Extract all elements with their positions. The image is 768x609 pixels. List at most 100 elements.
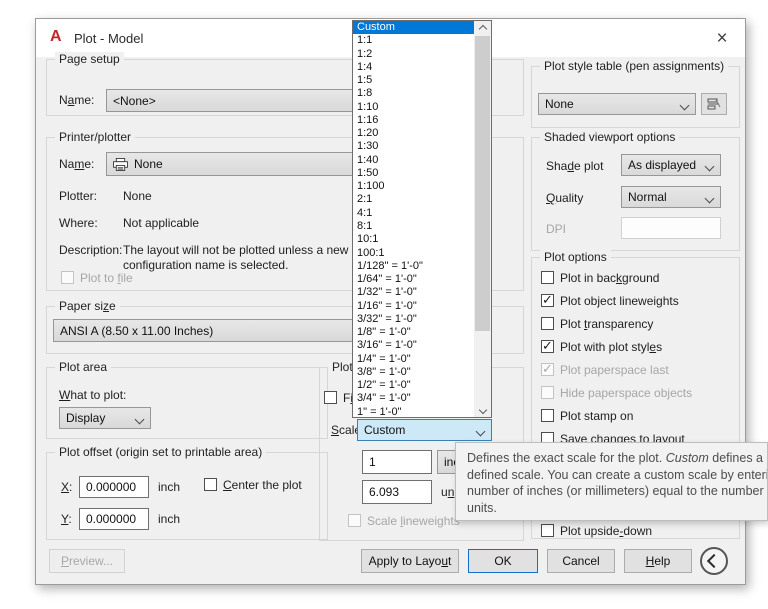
scale-option[interactable]: 1:30 xyxy=(353,140,474,153)
apply-to-layout-button[interactable]: Apply to Layout xyxy=(361,549,459,573)
printer-name-value: None xyxy=(134,157,163,171)
ok-button[interactable]: OK xyxy=(468,549,538,573)
checkbox[interactable] xyxy=(541,317,554,330)
scale-option[interactable]: 1" = 1'-0" xyxy=(353,406,474,417)
shade-plot-value: As displayed xyxy=(628,158,696,172)
paper-size-group-label: Paper size xyxy=(55,299,120,313)
checkbox[interactable] xyxy=(541,524,554,537)
dpi-input xyxy=(621,217,721,239)
printer-name-label: Name: xyxy=(59,157,94,171)
scale-option[interactable]: 1:1 xyxy=(353,34,474,47)
shade-plot-label: Shade plot xyxy=(546,159,603,173)
plot-area-group-label: Plot area xyxy=(55,360,111,374)
page-setup-name-value: <None> xyxy=(113,94,156,108)
plot-option-label: Plot stamp on xyxy=(560,409,633,423)
scale-option[interactable]: 1/32" = 1'-0" xyxy=(353,286,474,299)
scale-option[interactable]: 100:1 xyxy=(353,247,474,260)
scale-option[interactable]: 1:20 xyxy=(353,127,474,140)
plot-offset-group-label: Plot offset (origin set to printable are… xyxy=(55,445,266,459)
help-button-label: Help xyxy=(646,554,671,568)
scale-lineweights-label: Scale lineweights xyxy=(367,514,460,528)
custom-scale-tooltip: Defines the exact scale for the plot. Cu… xyxy=(455,442,768,521)
what-to-plot-label: What to plot: xyxy=(59,388,126,402)
plot-option-row: Hide paperspace objects xyxy=(541,386,692,399)
scale-option[interactable]: 10:1 xyxy=(353,233,474,246)
y-offset-label: Y: xyxy=(61,512,72,526)
chevron-left-icon xyxy=(707,554,721,568)
help-button[interactable]: Help xyxy=(624,549,692,573)
ok-button-label: OK xyxy=(494,554,511,568)
scale-dropdown-scrollbar[interactable] xyxy=(474,21,491,417)
scale-option[interactable]: 1/2" = 1'-0" xyxy=(353,379,474,392)
scale-option[interactable]: 4:1 xyxy=(353,207,474,220)
plot-option-row: Plot with plot styles xyxy=(541,340,692,353)
x-offset-input[interactable]: 0.000000 xyxy=(79,476,149,498)
checkbox[interactable] xyxy=(541,340,554,353)
what-to-plot-combo[interactable]: Display xyxy=(59,407,151,429)
checkbox[interactable] xyxy=(541,271,554,284)
scale-option[interactable]: 1:5 xyxy=(353,74,474,87)
scale-option[interactable]: 3/32" = 1'-0" xyxy=(353,313,474,326)
scale-option[interactable]: 1:8 xyxy=(353,87,474,100)
scale-lineweights-row: Scale lineweights xyxy=(348,514,460,528)
plot-option-row: Plot stamp on xyxy=(541,409,692,422)
x-offset-unit: inch xyxy=(158,480,180,494)
scrollbar-up-button[interactable] xyxy=(474,21,491,36)
scale-option[interactable]: 3/4" = 1'-0" xyxy=(353,392,474,405)
chevron-up-icon xyxy=(478,24,486,32)
close-icon[interactable]: × xyxy=(711,28,733,50)
plot-options-list: Plot in backgroundPlot object lineweight… xyxy=(541,271,692,455)
page-setup-name-label: Name: xyxy=(59,93,94,107)
plot-style-combo[interactable]: None xyxy=(538,93,696,115)
scale-option[interactable]: 1/16" = 1'-0" xyxy=(353,300,474,313)
checkbox[interactable] xyxy=(541,294,554,307)
apply-to-layout-label: Apply to Layout xyxy=(369,554,452,568)
y-offset-unit: inch xyxy=(158,512,180,526)
fit-to-paper-checkbox[interactable] xyxy=(324,391,337,404)
center-plot-checkbox[interactable] xyxy=(204,478,217,491)
scale-option[interactable]: 3/8" = 1'-0" xyxy=(353,366,474,379)
quality-combo[interactable]: Normal xyxy=(621,186,721,208)
scale-option[interactable]: 1:100 xyxy=(353,180,474,193)
scale-inches-input[interactable]: 1 xyxy=(362,450,432,474)
scale-option[interactable]: 3/16" = 1'-0" xyxy=(353,339,474,352)
scale-combo[interactable]: Custom xyxy=(357,419,492,441)
scrollbar-thumb[interactable] xyxy=(475,36,490,331)
checkbox[interactable] xyxy=(541,409,554,422)
plot-option-label: Plot object lineweights xyxy=(560,294,679,308)
plot-style-group-label: Plot style table (pen assignments) xyxy=(540,59,728,73)
scale-option[interactable]: 1:10 xyxy=(353,101,474,114)
scale-option[interactable]: Custom xyxy=(353,21,474,34)
scale-option[interactable]: 1:50 xyxy=(353,167,474,180)
dpi-label: DPI xyxy=(546,222,566,236)
scale-option[interactable]: 1:40 xyxy=(353,154,474,167)
printer-group-label: Printer/plotter xyxy=(55,130,135,144)
scale-option[interactable]: 1:2 xyxy=(353,48,474,61)
cancel-button[interactable]: Cancel xyxy=(547,549,615,573)
scale-units-input[interactable]: 6.093 xyxy=(362,480,432,504)
less-options-button[interactable] xyxy=(700,547,728,575)
y-offset-value: 0.000000 xyxy=(86,512,136,526)
quality-label: Quality xyxy=(546,191,583,205)
edit-plot-style-button[interactable] xyxy=(701,93,727,115)
scale-option[interactable]: 1:4 xyxy=(353,61,474,74)
shade-plot-combo[interactable]: As displayed xyxy=(621,154,721,176)
scale-option[interactable]: 1/64" = 1'-0" xyxy=(353,273,474,286)
scale-option[interactable]: 1/128" = 1'-0" xyxy=(353,260,474,273)
scale-option[interactable]: 1:16 xyxy=(353,114,474,127)
y-offset-input[interactable]: 0.000000 xyxy=(79,508,149,530)
plot-option-label: Plot paperspace last xyxy=(560,363,669,377)
scale-option[interactable]: 8:1 xyxy=(353,220,474,233)
printer-icon xyxy=(113,158,128,171)
page-setup-group-label: Page setup xyxy=(55,52,124,66)
center-plot-label: Center the plot xyxy=(223,478,302,492)
scale-option[interactable]: 1/8" = 1'-0" xyxy=(353,326,474,339)
plot-option-row: Plot paperspace last xyxy=(541,363,692,376)
scale-option[interactable]: 1/4" = 1'-0" xyxy=(353,353,474,366)
plot-option-label: Plot transparency xyxy=(560,317,653,331)
chevron-down-icon xyxy=(478,405,486,413)
x-offset-label: X: xyxy=(61,480,72,494)
scale-option[interactable]: 2:1 xyxy=(353,193,474,206)
checkbox xyxy=(541,363,554,376)
scrollbar-down-button[interactable] xyxy=(474,402,491,417)
